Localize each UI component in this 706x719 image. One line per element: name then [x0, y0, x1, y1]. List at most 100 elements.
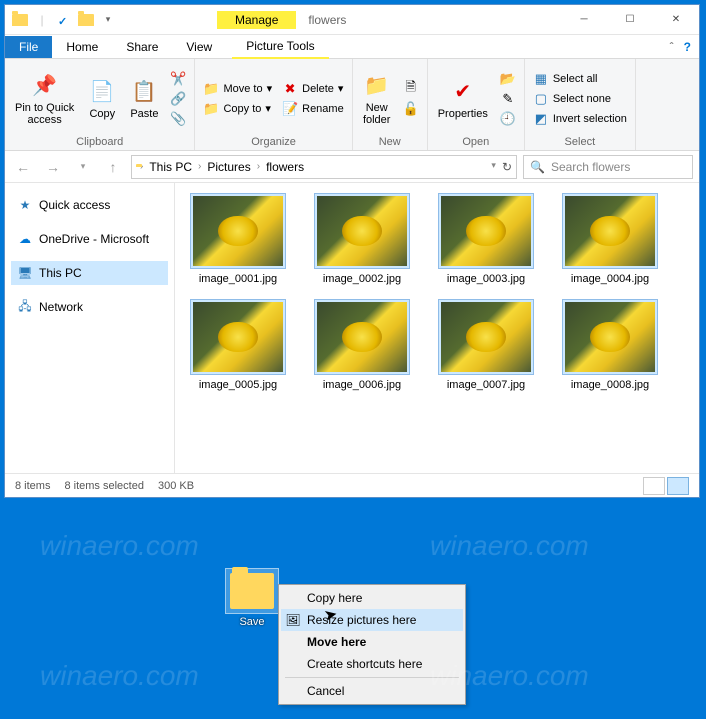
- tab-picture-tools[interactable]: Picture Tools: [232, 35, 328, 59]
- paste-button[interactable]: 📋 Paste: [126, 76, 162, 122]
- rename-icon: 📝: [282, 101, 298, 117]
- history-button[interactable]: 🕘: [498, 110, 518, 128]
- explorer-window: | ▾ Manage flowers ─ ☐ ✕ File Home Share…: [4, 4, 700, 498]
- chevron-right-icon[interactable]: ›: [198, 161, 201, 172]
- nav-onedrive[interactable]: ☁OneDrive - Microsoft: [11, 227, 168, 251]
- copyto-icon: 📁: [203, 101, 219, 117]
- chevron-right-icon[interactable]: ›: [140, 161, 143, 172]
- breadcrumb-pictures[interactable]: Pictures: [205, 160, 252, 174]
- new-folder-button[interactable]: 📁 New folder: [359, 70, 395, 128]
- tab-strip: File Home Share View Picture Tools ˆ ?: [5, 35, 699, 59]
- file-item[interactable]: image_0001.jpg: [185, 193, 291, 285]
- file-list[interactable]: image_0001.jpg image_0002.jpg image_0003.j…: [175, 183, 699, 473]
- file-name: image_0006.jpg: [323, 379, 401, 391]
- recent-button[interactable]: ▾: [71, 155, 95, 179]
- watermark: winaero.com: [40, 660, 199, 692]
- open-group-label: Open: [434, 134, 518, 148]
- paste-label: Paste: [130, 108, 158, 120]
- easy-access-icon: 🔓: [403, 101, 419, 117]
- thumbnail: [190, 299, 286, 375]
- select-all-icon: ▦: [533, 71, 549, 87]
- tab-file[interactable]: File: [5, 36, 52, 58]
- chevron-right-icon[interactable]: ›: [257, 161, 260, 172]
- breadcrumb-thispc[interactable]: This PC: [147, 160, 194, 174]
- rename-button[interactable]: 📝Rename: [280, 100, 346, 118]
- view-large-icons-button[interactable]: [667, 477, 689, 495]
- copy-path-button[interactable]: 🔗: [168, 90, 188, 108]
- collapse-ribbon-icon[interactable]: ˆ: [670, 40, 674, 54]
- moveto-button[interactable]: 📁Move to ▾: [201, 80, 274, 98]
- folder-icon[interactable]: [77, 11, 95, 29]
- properties-icon: ✔: [449, 78, 477, 106]
- back-button[interactable]: ←: [11, 155, 35, 179]
- file-name: image_0007.jpg: [447, 379, 525, 391]
- watermark: winaero.com: [430, 530, 589, 562]
- tab-home[interactable]: Home: [52, 36, 112, 58]
- copy-label: Copy: [89, 108, 115, 120]
- easy-access-button[interactable]: 🔓: [401, 100, 421, 118]
- file-item[interactable]: image_0004.jpg: [557, 193, 663, 285]
- breadcrumb-flowers[interactable]: flowers: [264, 160, 306, 174]
- ctx-copy-here[interactable]: Copy here: [281, 587, 463, 609]
- context-tab[interactable]: Manage: [217, 11, 296, 29]
- nav-quick-access[interactable]: ★Quick access: [11, 193, 168, 217]
- delete-button[interactable]: ✖Delete ▾: [280, 80, 346, 98]
- nav-network[interactable]: 🖧Network: [11, 295, 168, 319]
- select-all-button[interactable]: ▦Select all: [531, 70, 629, 88]
- new-folder-icon: 📁: [363, 72, 391, 100]
- cut-icon: ✂️: [170, 71, 186, 87]
- item-count: 8 items: [15, 480, 50, 492]
- selection-size: 300 KB: [158, 480, 194, 492]
- file-item[interactable]: image_0008.jpg: [557, 299, 663, 391]
- new-item-button[interactable]: 🗎: [401, 80, 421, 98]
- tab-share[interactable]: Share: [112, 36, 172, 58]
- dropdown-icon[interactable]: ▾: [99, 11, 117, 29]
- file-item[interactable]: image_0003.jpg: [433, 193, 539, 285]
- explorer-body: ★Quick access ☁OneDrive - Microsoft 🖥Thi…: [5, 183, 699, 473]
- forward-button[interactable]: →: [41, 155, 65, 179]
- copyto-button[interactable]: 📁Copy to ▾: [201, 100, 274, 118]
- titlebar: | ▾ Manage flowers ─ ☐ ✕: [5, 5, 699, 35]
- file-item[interactable]: image_0002.jpg: [309, 193, 415, 285]
- help-icon[interactable]: ?: [684, 40, 691, 54]
- ctx-create-shortcuts[interactable]: Create shortcuts here: [281, 653, 463, 675]
- file-name: image_0003.jpg: [447, 273, 525, 285]
- delete-icon: ✖: [282, 81, 298, 97]
- ctx-move-here[interactable]: Move here: [281, 631, 463, 653]
- thumbnail: [314, 299, 410, 375]
- pin-quick-access-button[interactable]: 📌 Pin to Quick access: [11, 70, 78, 128]
- ribbon: 📌 Pin to Quick access 📄 Copy 📋 Paste ✂️ …: [5, 59, 699, 151]
- close-button[interactable]: ✕: [653, 6, 699, 34]
- properties-button[interactable]: ✔ Properties: [434, 76, 492, 122]
- window-controls: ─ ☐ ✕: [561, 6, 699, 34]
- maximize-button[interactable]: ☐: [607, 6, 653, 34]
- paste-shortcut-button[interactable]: 📎: [168, 110, 188, 128]
- file-item[interactable]: image_0005.jpg: [185, 299, 291, 391]
- open-button[interactable]: 📂: [498, 70, 518, 88]
- organize-group-label: Organize: [201, 134, 345, 148]
- select-none-button[interactable]: ▢Select none: [531, 90, 629, 108]
- thumbnail: [314, 193, 410, 269]
- address-field[interactable]: › This PC › Pictures › flowers ▾ ↻: [131, 155, 517, 179]
- dropdown-icon[interactable]: ▾: [491, 160, 496, 174]
- shortcut-icon: 📎: [170, 111, 186, 127]
- copy-button[interactable]: 📄 Copy: [84, 76, 120, 122]
- invert-selection-button[interactable]: ◩Invert selection: [531, 110, 629, 128]
- ribbon-group-open: ✔ Properties 📂 ✎ 🕘 Open: [428, 59, 525, 150]
- file-name: image_0001.jpg: [199, 273, 277, 285]
- ctx-cancel[interactable]: Cancel: [281, 680, 463, 702]
- up-button[interactable]: ↑: [101, 155, 125, 179]
- tab-view[interactable]: View: [172, 36, 226, 58]
- cut-button[interactable]: ✂️: [168, 70, 188, 88]
- properties-check-icon[interactable]: [55, 11, 73, 29]
- nav-thispc[interactable]: 🖥This PC: [11, 261, 168, 285]
- file-item[interactable]: image_0006.jpg: [309, 299, 415, 391]
- file-item[interactable]: image_0007.jpg: [433, 299, 539, 391]
- thumbnail: [562, 193, 658, 269]
- search-box[interactable]: 🔍 Search flowers: [523, 155, 693, 179]
- minimize-button[interactable]: ─: [561, 6, 607, 34]
- view-details-button[interactable]: [643, 477, 665, 495]
- ctx-resize-here[interactable]: 🖼 Resize pictures here: [281, 609, 463, 631]
- edit-button[interactable]: ✎: [498, 90, 518, 108]
- refresh-icon[interactable]: ↻: [502, 160, 512, 174]
